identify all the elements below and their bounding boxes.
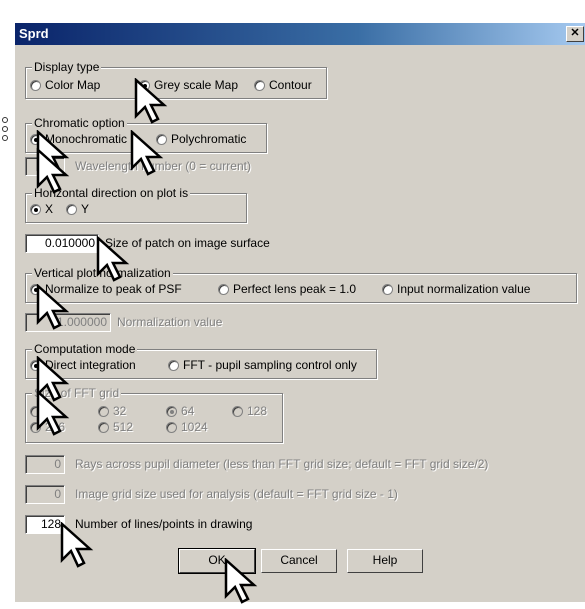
radio-color-map[interactable]: Color Map <box>30 78 100 92</box>
radio-label: Polychromatic <box>171 132 247 146</box>
mouse-cursor-icon <box>96 236 130 282</box>
chromatic-legend: Chromatic option <box>32 116 127 130</box>
mouse-cursor-icon <box>36 390 70 436</box>
radio-label: 1024 <box>181 420 208 434</box>
radio-indicator <box>218 283 229 295</box>
radio-fft-128[interactable]: 128 <box>232 404 267 418</box>
display-type-legend: Display type <box>32 60 102 74</box>
background-dot <box>2 117 8 123</box>
radio-indicator <box>98 405 109 417</box>
radio-indicator <box>166 405 177 417</box>
display-type-group: Display type Color Map Grey scale Map Co… <box>25 60 327 99</box>
horizontal-direction-group: Horizontal direction on plot is X Y <box>25 186 247 223</box>
rays-label: Rays across pupil diameter (less than FF… <box>75 457 489 471</box>
rays-field[interactable]: 0 <box>25 455 65 474</box>
sprd-dialog: Sprd ✕ Display type Color Map Grey scale… <box>14 22 585 602</box>
radio-label: Color Map <box>45 78 101 92</box>
image-grid-field[interactable]: 0 <box>25 485 65 504</box>
mouse-cursor-icon <box>224 558 258 604</box>
normalization-value-label: Normalization value <box>117 315 223 329</box>
radio-indicator <box>30 79 41 91</box>
mouse-cursor-icon <box>60 522 94 568</box>
radio-indicator <box>232 405 243 417</box>
computation-legend: Computation mode <box>32 342 138 356</box>
radio-label: Contour <box>269 78 312 92</box>
radio-label: 32 <box>113 404 127 418</box>
mouse-cursor-icon <box>36 148 70 194</box>
title-bar[interactable]: Sprd ✕ <box>15 23 585 45</box>
cancel-button[interactable]: Cancel <box>261 549 337 573</box>
radio-label: FFT - pupil sampling control only <box>183 358 357 372</box>
radio-label: Y <box>81 202 90 216</box>
radio-indicator <box>254 79 265 91</box>
radio-contour[interactable]: Contour <box>254 78 312 92</box>
background-dot <box>2 135 8 141</box>
lines-points-label: Number of lines/points in drawing <box>75 517 253 531</box>
lines-points-field[interactable]: 128 <box>25 515 65 534</box>
mouse-cursor-icon <box>130 130 164 176</box>
background-left-strip <box>0 22 15 609</box>
close-button[interactable]: ✕ <box>566 26 584 42</box>
radio-label: Input normalization value <box>397 282 531 296</box>
radio-indicator <box>66 203 77 215</box>
radio-indicator <box>382 283 393 295</box>
radio-indicator <box>166 421 177 433</box>
radio-perfect-lens-peak[interactable]: Perfect lens peak = 1.0 <box>218 282 356 296</box>
radio-fft-1024[interactable]: 1024 <box>166 420 208 434</box>
window-title: Sprd <box>19 26 49 41</box>
image-grid-label: Image grid size used for analysis (defau… <box>75 487 398 501</box>
mouse-cursor-icon <box>134 78 168 124</box>
radio-fft-512[interactable]: 512 <box>98 420 133 434</box>
radio-indicator <box>98 421 109 433</box>
radio-input-normalization[interactable]: Input normalization value <box>382 282 530 296</box>
background-screen <box>0 0 585 22</box>
background-panel-edge <box>0 112 15 412</box>
radio-indicator <box>30 203 41 215</box>
background-dot <box>2 126 8 132</box>
radio-x[interactable]: X <box>30 202 53 216</box>
mouse-cursor-icon <box>36 284 70 330</box>
radio-fft-64[interactable]: 64 <box>166 404 194 418</box>
patch-size-field[interactable]: 0.010000 <box>25 234 99 253</box>
radio-label: X <box>45 202 54 216</box>
radio-label: 64 <box>181 404 195 418</box>
radio-label: 512 <box>113 420 134 434</box>
help-button[interactable]: Help <box>347 549 423 573</box>
radio-fft-32[interactable]: 32 <box>98 404 126 418</box>
computation-mode-group: Computation mode Direct integration FFT … <box>25 342 377 379</box>
radio-indicator <box>168 359 179 371</box>
radio-label: Perfect lens peak = 1.0 <box>233 282 357 296</box>
radio-y[interactable]: Y <box>66 202 89 216</box>
radio-label: 128 <box>247 404 268 418</box>
radio-fft-pupil-sampling[interactable]: FFT - pupil sampling control only <box>168 358 357 372</box>
